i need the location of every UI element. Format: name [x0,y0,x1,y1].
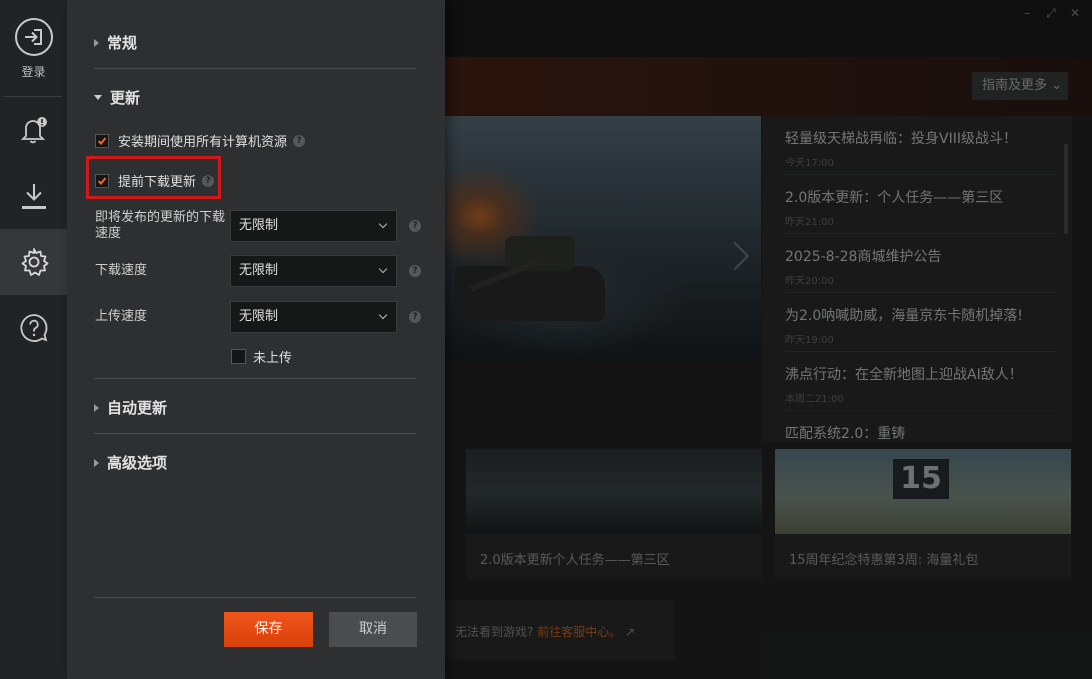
help-icon[interactable]: ? [409,220,421,232]
section-title: 更新 [110,89,141,107]
section-auto-update[interactable]: 自动更新 [94,397,167,418]
cancel-button[interactable]: 取消 [329,612,417,647]
divider [94,378,416,379]
not-uploading-label: 未上传 [253,351,293,366]
upcoming-speed-label: 即将发布的更新的下载 速度 [95,210,225,242]
upcoming-speed-label-line2: 速度 [95,226,122,241]
chevron-down-icon [378,264,388,274]
use-all-resources-checkbox[interactable] [95,133,109,148]
use-all-resources-label: 安装期间使用所有计算机资源 [118,135,288,150]
divider [94,433,416,434]
section-advanced[interactable]: 高级选项 [94,452,167,473]
expand-arrow-icon [94,458,99,467]
chevron-down-icon [378,310,388,320]
login-button[interactable]: 登录 [0,0,67,96]
upcoming-speed-value: 无限制 [239,218,279,233]
expand-arrow-icon [94,38,99,47]
section-update[interactable]: 更新 [94,87,140,108]
help-button[interactable] [0,295,67,361]
highlight-box [86,156,221,199]
section-title: 自动更新 [107,399,168,417]
login-label: 登录 [21,64,46,79]
upload-speed-value: 无限制 [239,309,279,324]
use-all-resources-option[interactable]: 安装期间使用所有计算机资源 ? [95,131,306,150]
download-speed-select[interactable]: 无限制 [230,255,397,287]
download-speed-value: 无限制 [239,263,279,278]
help-chat-icon [19,314,47,342]
settings-button[interactable] [0,229,67,295]
help-icon[interactable]: ? [409,311,421,323]
settings-panel: 常规 更新 安装期间使用所有计算机资源 ? 提前下载更新 ? 即将发布的更新的下… [67,0,445,679]
upcoming-speed-label-line1: 即将发布的更新的下载 [95,210,226,225]
divider [94,597,416,598]
notifications-button[interactable] [0,97,67,163]
help-icon[interactable]: ? [293,134,306,147]
not-uploading-option[interactable]: 未上传 [231,347,292,366]
section-title: 高级选项 [107,454,168,472]
upload-speed-label: 上传速度 [95,309,148,324]
upcoming-speed-select[interactable]: 无限制 [230,210,397,242]
login-icon [14,17,53,56]
downloads-button[interactable] [0,163,67,229]
expand-arrow-icon [94,403,99,412]
section-general[interactable]: 常规 [94,32,137,53]
bell-icon [20,117,47,144]
save-button[interactable]: 保存 [224,612,313,647]
upload-speed-select[interactable]: 无限制 [230,301,397,333]
download-speed-label: 下载速度 [95,263,148,278]
help-icon[interactable]: ? [409,265,421,277]
sidebar: 登录 [0,0,67,679]
chevron-down-icon [378,219,388,229]
gear-icon [21,248,48,276]
not-uploading-checkbox[interactable] [231,349,246,364]
checkmark-icon [97,136,107,145]
collapse-arrow-icon [94,95,102,100]
section-title: 常规 [107,34,138,52]
download-icon [21,184,46,209]
divider [94,68,416,69]
